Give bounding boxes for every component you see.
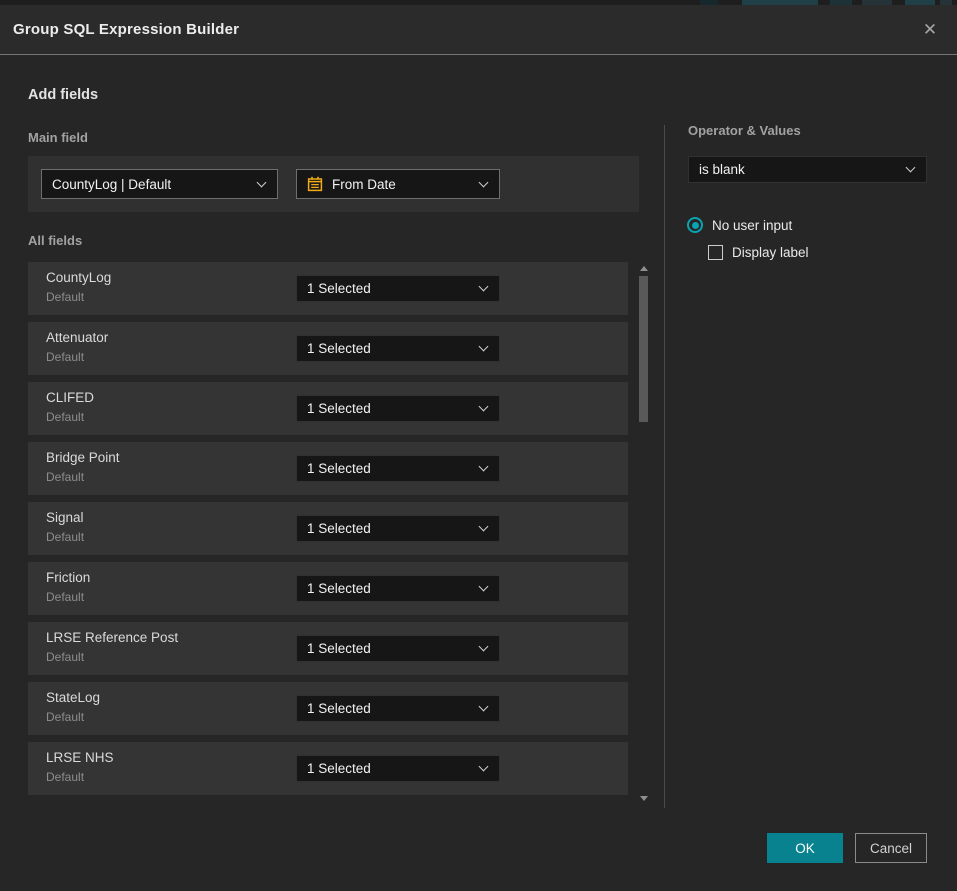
field-selection-dropdown[interactable]: 1 Selected (296, 575, 500, 602)
field-row-attenuator: Attenuator Default 1 Selected (28, 322, 628, 375)
all-fields-label: All fields (28, 233, 82, 248)
field-subtitle: Default (46, 770, 84, 784)
no-user-input-radio[interactable]: No user input (687, 217, 792, 233)
selection-value: 1 Selected (297, 281, 480, 296)
field-subtitle: Default (46, 530, 84, 544)
main-field-date-dropdown[interactable]: From Date (296, 169, 500, 199)
main-field-label: Main field (28, 130, 88, 145)
ok-button[interactable]: OK (767, 833, 843, 863)
operator-value: is blank (689, 162, 907, 177)
operator-dropdown[interactable]: is blank (688, 156, 927, 183)
chevron-down-icon (906, 163, 916, 173)
selection-value: 1 Selected (297, 341, 480, 356)
field-selection-dropdown[interactable]: 1 Selected (296, 275, 500, 302)
vertical-divider (664, 125, 665, 808)
field-subtitle: Default (46, 290, 84, 304)
chevron-down-icon (479, 702, 489, 712)
dialog-title: Group SQL Expression Builder (13, 5, 239, 54)
field-name: LRSE Reference Post (46, 630, 178, 645)
radio-dot (692, 222, 699, 229)
scrollbar-up-arrow[interactable] (640, 266, 648, 271)
field-selection-dropdown[interactable]: 1 Selected (296, 515, 500, 542)
scrollbar-thumb[interactable] (639, 276, 648, 422)
field-name: Signal (46, 510, 84, 525)
field-selection-dropdown[interactable]: 1 Selected (296, 755, 500, 782)
chevron-down-icon (479, 402, 489, 412)
main-field-date-value: From Date (323, 177, 480, 192)
chevron-down-icon (257, 177, 267, 187)
calendar-date-icon (307, 176, 323, 192)
field-name: Bridge Point (46, 450, 120, 465)
field-subtitle: Default (46, 650, 84, 664)
display-label-checkbox[interactable]: Display label (708, 245, 809, 260)
field-selection-dropdown[interactable]: 1 Selected (296, 395, 500, 422)
field-row-bridge-point: Bridge Point Default 1 Selected (28, 442, 628, 495)
operator-values-label: Operator & Values (688, 123, 801, 138)
group-sql-expression-builder-dialog: Group SQL Expression Builder ✕ Add field… (0, 0, 957, 891)
field-subtitle: Default (46, 710, 84, 724)
field-subtitle: Default (46, 590, 84, 604)
field-name: CLIFED (46, 390, 94, 405)
selection-value: 1 Selected (297, 581, 480, 596)
field-row-lrse-nhs: LRSE NHS Default 1 Selected (28, 742, 628, 795)
selection-value: 1 Selected (297, 761, 480, 776)
chevron-down-icon (479, 177, 489, 187)
add-fields-heading: Add fields (28, 87, 98, 103)
field-selection-dropdown[interactable]: 1 Selected (296, 455, 500, 482)
field-row-clifed: CLIFED Default 1 Selected (28, 382, 628, 435)
selection-value: 1 Selected (297, 641, 480, 656)
chevron-down-icon (479, 462, 489, 472)
field-name: LRSE NHS (46, 750, 114, 765)
field-selection-dropdown[interactable]: 1 Selected (296, 335, 500, 362)
chevron-down-icon (479, 342, 489, 352)
field-subtitle: Default (46, 470, 84, 484)
checkbox-label: Display label (732, 245, 809, 260)
chevron-down-icon (479, 762, 489, 772)
radio-selected-icon (687, 217, 703, 233)
field-subtitle: Default (46, 410, 84, 424)
chevron-down-icon (479, 642, 489, 652)
main-field-source-dropdown[interactable]: CountyLog | Default (41, 169, 278, 199)
selection-value: 1 Selected (297, 521, 480, 536)
scrollbar-down-arrow[interactable] (640, 796, 648, 801)
field-name: StateLog (46, 690, 100, 705)
main-field-panel: CountyLog | Default From Date (28, 156, 639, 212)
selection-value: 1 Selected (297, 701, 480, 716)
checkbox-unchecked-icon (708, 245, 723, 260)
dialog-titlebar: Group SQL Expression Builder ✕ (0, 5, 957, 55)
main-field-source-value: CountyLog | Default (42, 177, 258, 192)
chevron-down-icon (479, 522, 489, 532)
field-name: CountyLog (46, 270, 111, 285)
field-row-friction: Friction Default 1 Selected (28, 562, 628, 615)
field-row-lrse-reference-post: LRSE Reference Post Default 1 Selected (28, 622, 628, 675)
cancel-button[interactable]: Cancel (855, 833, 927, 863)
close-icon[interactable]: ✕ (917, 17, 943, 43)
field-selection-dropdown[interactable]: 1 Selected (296, 695, 500, 722)
chevron-down-icon (479, 582, 489, 592)
radio-label: No user input (712, 218, 792, 233)
field-selection-dropdown[interactable]: 1 Selected (296, 635, 500, 662)
field-subtitle: Default (46, 350, 84, 364)
selection-value: 1 Selected (297, 401, 480, 416)
field-row-countylog: CountyLog Default 1 Selected (28, 262, 628, 315)
selection-value: 1 Selected (297, 461, 480, 476)
field-row-statelog: StateLog Default 1 Selected (28, 682, 628, 735)
field-row-signal: Signal Default 1 Selected (28, 502, 628, 555)
field-name: Attenuator (46, 330, 108, 345)
chevron-down-icon (479, 282, 489, 292)
field-name: Friction (46, 570, 90, 585)
